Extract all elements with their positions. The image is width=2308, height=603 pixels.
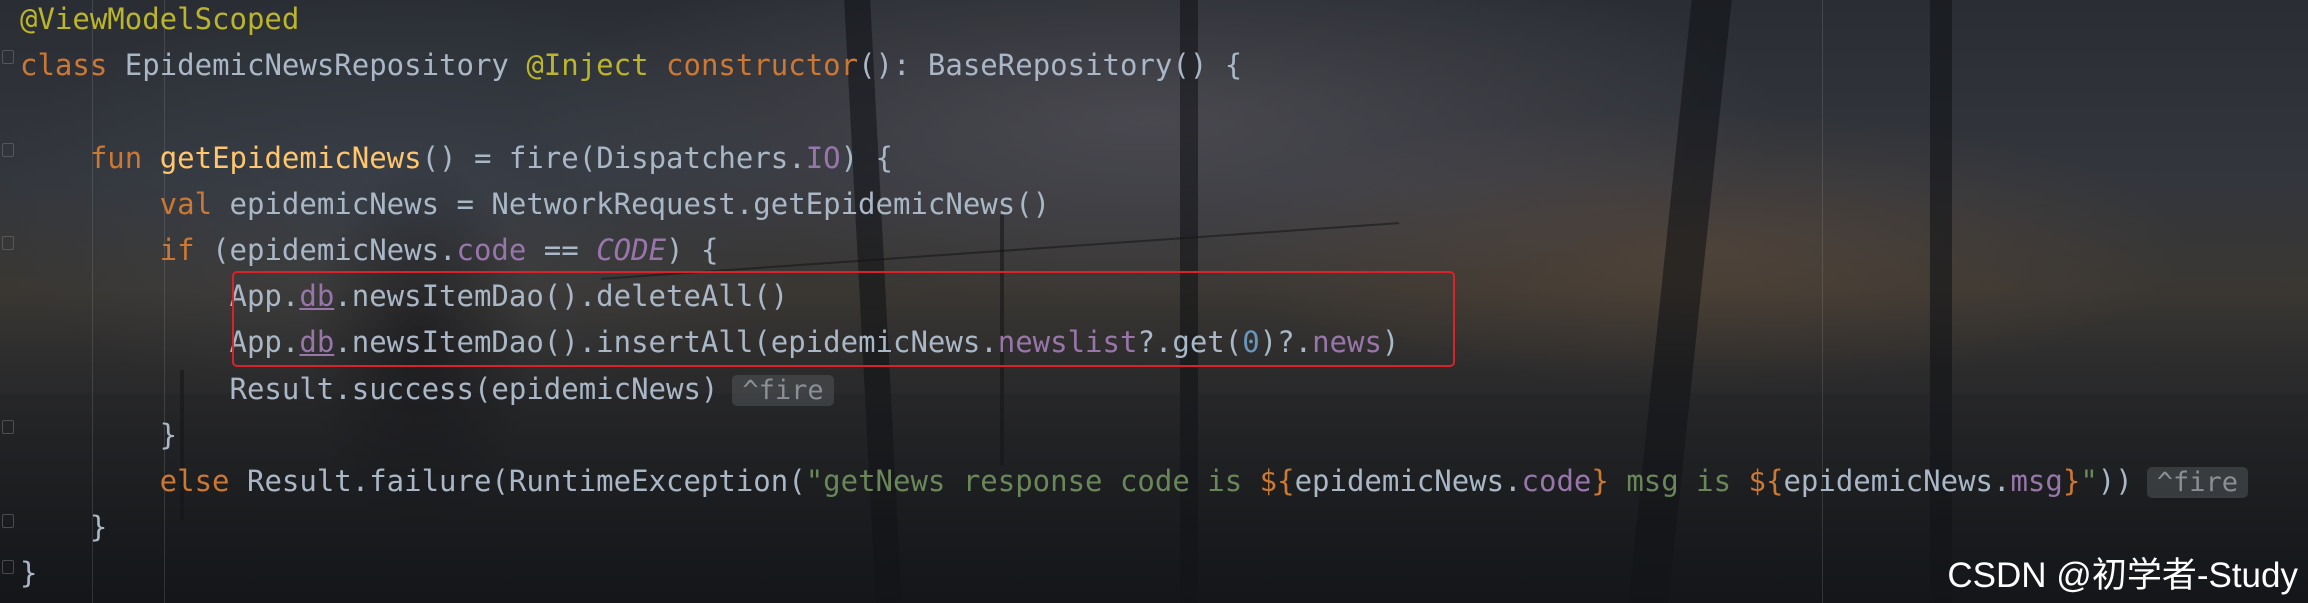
code-token: (): BaseRepository() {	[858, 48, 1243, 83]
code-token: msg	[2010, 464, 2063, 498]
code-token: ) {	[666, 233, 719, 267]
code-token: "	[2080, 464, 2098, 498]
code-token: IO	[805, 140, 841, 175]
code-token: "getNews response code is	[805, 464, 1260, 498]
code-line-4[interactable]: fun getEpidemicNews() = fire(Dispatchers…	[20, 135, 893, 181]
code-token: epidemicNews = NetworkRequest.getEpidemi…	[229, 186, 1051, 221]
code-token: code	[456, 233, 527, 267]
code-token: val	[20, 186, 230, 221]
code-token: }	[2062, 464, 2081, 498]
code-token: CODE	[596, 233, 667, 267]
code-token: EpidemicNewsRepository	[124, 48, 527, 83]
fold-marker-icon[interactable]	[2, 143, 14, 157]
code-token: @Inject	[526, 48, 667, 83]
inlay-hint: ^fire	[732, 374, 834, 406]
code-token: ${	[1259, 464, 1295, 498]
code-token: Result.success(epidemicNews)	[20, 371, 719, 406]
code-line-13[interactable]: }	[20, 550, 37, 596]
code-line-12[interactable]: }	[20, 504, 107, 550]
code-token: () = fire(Dispatchers.	[421, 140, 806, 175]
code-line-6[interactable]: if (epidemicNews.code == CODE) {	[20, 227, 719, 273]
code-token: }	[1591, 464, 1609, 498]
code-line-2[interactable]: class EpidemicNewsRepository @Inject con…	[20, 42, 1242, 88]
fold-marker-icon[interactable]	[2, 50, 14, 64]
fold-marker-icon[interactable]	[2, 514, 14, 528]
fold-marker-icon[interactable]	[2, 560, 14, 574]
code-token: ==	[526, 233, 597, 267]
right-margin-guide	[1822, 0, 1823, 603]
code-token: getEpidemicNews	[159, 140, 422, 175]
code-line-1[interactable]: @ViewModelScoped	[20, 0, 299, 42]
code-token: code	[1521, 464, 1592, 498]
code-token: ))	[2097, 464, 2133, 498]
code-line-9[interactable]: Result.success(epidemicNews) ^fire	[20, 366, 834, 412]
code-token: msg is	[1608, 464, 1749, 498]
code-token: (epidemicNews.	[212, 233, 457, 267]
code-token: ${	[1748, 464, 1784, 498]
code-token: Result.failure(RuntimeException(	[246, 464, 806, 498]
editor-gutter	[0, 0, 16, 603]
code-token: fun	[20, 140, 160, 175]
code-token: @ViewModelScoped	[20, 2, 300, 36]
code-line-10[interactable]: }	[20, 412, 177, 458]
fold-marker-icon[interactable]	[2, 420, 14, 434]
code-token: }	[20, 417, 178, 452]
code-token: epidemicNews.	[1783, 464, 2011, 498]
code-token: class	[20, 48, 125, 83]
code-token: }	[20, 510, 108, 545]
code-token: ) {	[840, 140, 894, 175]
code-token: if	[20, 233, 213, 267]
code-line-11[interactable]: else Result.failure(RuntimeException("ge…	[20, 458, 2248, 504]
code-token: else	[20, 464, 247, 498]
watermark: CSDN @初学者-Study	[1947, 556, 2298, 595]
code-token: }	[20, 556, 38, 591]
fold-marker-icon[interactable]	[2, 236, 14, 250]
code-token: constructor	[666, 48, 859, 83]
code-token: epidemicNews.	[1294, 464, 1522, 498]
code-line-5[interactable]: val epidemicNews = NetworkRequest.getEpi…	[20, 181, 1050, 227]
highlight-box	[232, 271, 1455, 367]
inlay-hint: ^fire	[2146, 467, 2248, 498]
